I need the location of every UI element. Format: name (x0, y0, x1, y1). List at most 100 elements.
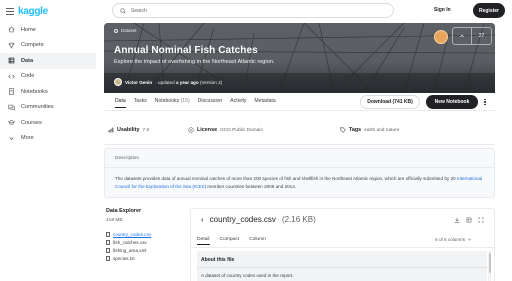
sidebar-item-label: Courses (21, 119, 42, 126)
description-divider (105, 167, 494, 168)
license-label: License (197, 127, 218, 133)
description-text-1: The datasets provides data of annual nom… (115, 176, 457, 181)
sidebar-item-label: Communities (21, 104, 54, 111)
upvote-button[interactable] (452, 27, 472, 45)
new-notebook-button[interactable]: New Notebook (426, 95, 478, 109)
sidebar-item-communities[interactable]: Communities (0, 100, 96, 116)
file-preview-divider (191, 247, 494, 248)
tab-metadata[interactable]: Metadata (254, 98, 275, 108)
file-list: country_codes.csv fish_catches.csv fishi… (106, 230, 151, 262)
about-file-title: About this file (201, 257, 235, 263)
sidebar-item-label: Notebooks (21, 88, 48, 95)
dataset-meta-row: Usability 7.6 License GCD Public Domain … (108, 125, 498, 135)
sidebar: kaggle Home Compete Data Code Notebooks … (0, 0, 96, 281)
file-item[interactable]: country_codes.csv (106, 230, 151, 238)
medal-icon (434, 30, 448, 44)
description-text-2: member countries between 2006 and 2014. (206, 184, 297, 189)
updated-time: a year ago (175, 79, 199, 85)
tab-notebooks-count: (15) (180, 98, 190, 104)
data-explorer-title: Data Explorer (106, 208, 142, 214)
file-name: country_codes.csv (113, 231, 152, 237)
trophy-icon (8, 42, 15, 49)
tab-tasks[interactable]: Tasks (134, 98, 147, 108)
license-icon (188, 127, 194, 133)
sidebar-item-notebooks[interactable]: Notebooks (0, 84, 96, 100)
sidebar-item-data[interactable]: Data (0, 53, 96, 69)
tab-column[interactable]: Column (249, 237, 266, 245)
tags-value[interactable]: earth and nature (364, 128, 399, 133)
search-placeholder: Search (131, 7, 147, 14)
file-item[interactable]: species.txt (106, 254, 151, 262)
tab-activity[interactable]: Activity (230, 98, 246, 108)
register-button[interactable]: Register (473, 3, 505, 18)
sidebar-nav: Home Compete Data Code Notebooks Communi… (0, 22, 96, 146)
tabs-divider (104, 110, 495, 111)
file-icon (106, 239, 110, 245)
tab-discussion[interactable]: Discussion (198, 98, 223, 108)
usability-value: 7.6 (142, 127, 150, 133)
file-icon (106, 255, 110, 261)
author-name[interactable]: Victor Genin (125, 80, 152, 85)
about-file-box: About this file A dataset of country cod… (197, 251, 487, 281)
chevron-down-icon (8, 135, 15, 142)
school-icon (8, 119, 15, 126)
usability-item: Usability 7.6 (108, 127, 149, 133)
fullscreen-icon[interactable] (478, 217, 484, 223)
sidebar-item-code[interactable]: Code (0, 69, 96, 85)
search-input[interactable]: Search (112, 3, 394, 18)
sidebar-item-compete[interactable]: Compete (0, 38, 96, 54)
more-options-icon[interactable] (482, 96, 488, 108)
meta-divider (104, 144, 495, 145)
sidebar-item-courses[interactable]: Courses (0, 115, 96, 131)
dataset-title: Annual Nominal Fish Catches (114, 45, 258, 56)
dataset-badge: Dataset (114, 28, 137, 33)
dataset-subtitle: Explore the impact of overfishing in the… (114, 59, 275, 65)
file-preview-actions (454, 217, 484, 223)
table-icon (8, 57, 15, 64)
sidebar-item-label: Data (21, 57, 34, 64)
tab-detail[interactable]: Detail (197, 237, 210, 245)
sidebar-item-label: Compete (21, 42, 44, 49)
notebook-icon (8, 88, 15, 95)
license-item: License GCD Public Domain (188, 127, 263, 133)
comments-icon (8, 104, 15, 111)
version-label[interactable]: (Version 2) (200, 80, 222, 85)
search-icon (120, 7, 126, 14)
about-file-text: A dataset of country codes used in the r… (201, 273, 294, 278)
license-value[interactable]: GCD Public Domain (220, 128, 263, 133)
logo-row: kaggle (6, 6, 48, 17)
file-item[interactable]: fish_catches.csv (106, 238, 151, 246)
sidebar-item-home[interactable]: Home (0, 22, 96, 38)
vote-box: 27 (434, 27, 494, 47)
tab-notebooks[interactable]: Notebooks (15) (155, 98, 190, 108)
file-name: species.txt (113, 255, 135, 261)
download-icon[interactable] (454, 217, 460, 223)
tags-item: Tags earth and nature (340, 127, 399, 133)
download-button[interactable]: Download (741 KB) (360, 95, 420, 109)
file-name: fish_catches.csv (113, 239, 147, 245)
columns-selector[interactable]: 6 of 6 columns (435, 237, 472, 242)
tab-compact[interactable]: Compact (220, 237, 240, 245)
sidebar-item-label: Home (21, 26, 36, 33)
file-icon (106, 231, 110, 237)
menu-icon[interactable] (6, 8, 14, 15)
chevron-up-icon (460, 34, 464, 38)
back-icon[interactable]: ‹ (201, 215, 204, 224)
tag-icon (340, 127, 346, 133)
sidebar-item-more[interactable]: More (0, 131, 96, 147)
updated-info: · updated a year ago (Version 2) (155, 80, 222, 85)
chevron-down-icon (468, 238, 471, 241)
home-icon (8, 26, 15, 33)
kaggle-logo[interactable]: kaggle (18, 6, 48, 17)
usability-icon (108, 127, 114, 133)
tab-notebooks-label: Notebooks (154, 98, 180, 104)
avatar[interactable] (114, 78, 122, 86)
file-item[interactable]: fishing_area.xml (106, 246, 151, 254)
table-view-icon[interactable] (466, 217, 472, 223)
scrollbar-thumb[interactable] (488, 253, 491, 273)
tab-data[interactable]: Data (115, 98, 126, 108)
about-file-divider (197, 267, 487, 268)
dataset-tabs: Data Tasks Notebooks (15) Discussion Act… (115, 98, 276, 108)
sign-in-link[interactable]: Sign In (434, 7, 451, 13)
scrollbar[interactable] (488, 251, 491, 281)
